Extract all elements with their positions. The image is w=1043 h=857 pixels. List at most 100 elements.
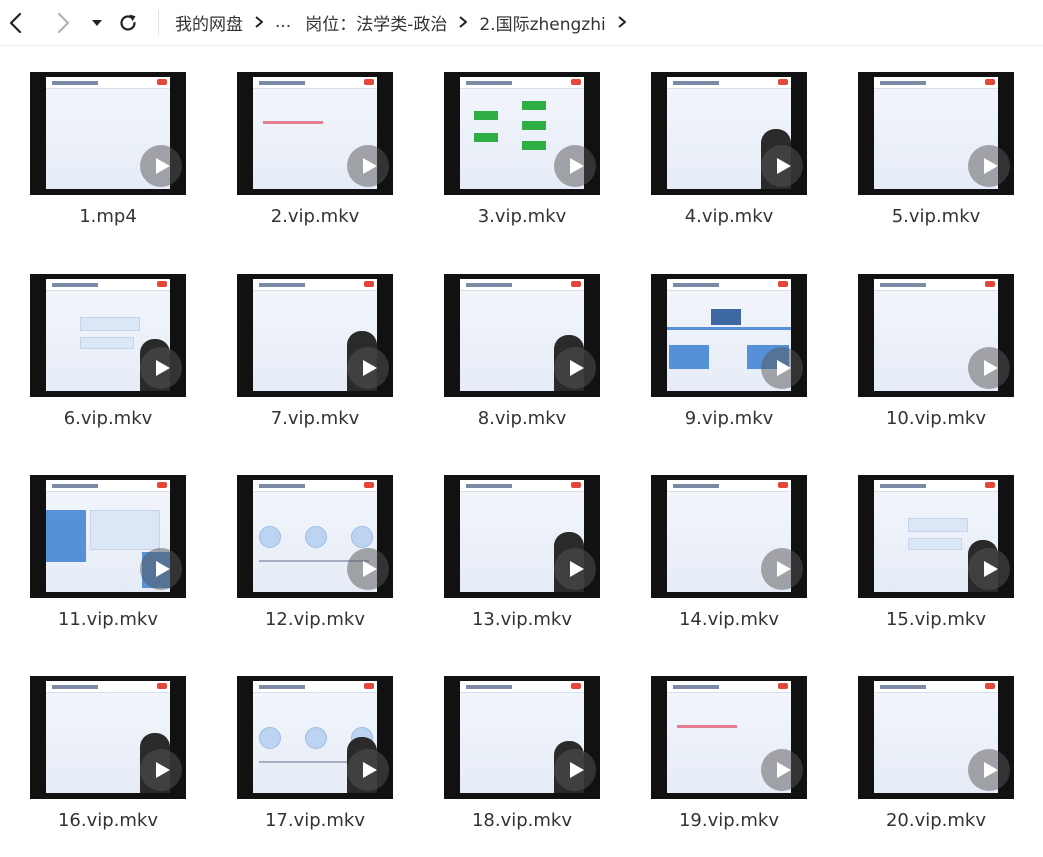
play-button[interactable] (554, 347, 596, 389)
breadcrumb-item-my-drive[interactable]: 我的网盘 (175, 10, 243, 35)
forward-button[interactable] (50, 8, 76, 38)
play-icon (570, 158, 584, 174)
play-button[interactable] (968, 145, 1010, 187)
file-name[interactable]: 20.vip.mkv (858, 810, 1014, 831)
breadcrumb-item-position[interactable]: 岗位：法学类-政治 (305, 10, 447, 35)
video-file-item[interactable]: 9.vip.mkv (651, 274, 827, 446)
play-icon (363, 762, 377, 778)
file-name[interactable]: 4.vip.mkv (651, 206, 807, 227)
file-name[interactable]: 19.vip.mkv (651, 810, 807, 831)
video-file-item[interactable]: 8.vip.mkv (444, 274, 620, 446)
file-name[interactable]: 11.vip.mkv (30, 609, 186, 630)
breadcrumb-item-ellipsis[interactable]: ... (275, 12, 291, 32)
file-name[interactable]: 6.vip.mkv (30, 408, 186, 429)
play-icon (777, 561, 791, 577)
video-thumbnail[interactable] (30, 676, 186, 799)
video-file-item[interactable]: 12.vip.mkv (237, 475, 413, 647)
video-file-item[interactable]: 16.vip.mkv (30, 676, 206, 848)
file-name[interactable]: 9.vip.mkv (651, 408, 807, 429)
video-file-item[interactable]: 4.vip.mkv (651, 72, 827, 244)
video-thumbnail[interactable] (444, 274, 600, 397)
chevron-right-icon[interactable] (610, 12, 634, 32)
video-thumbnail[interactable] (651, 72, 807, 195)
video-thumbnail[interactable] (651, 475, 807, 598)
video-thumbnail[interactable] (858, 274, 1014, 397)
video-thumbnail[interactable] (237, 475, 393, 598)
play-button[interactable] (761, 548, 803, 590)
play-icon (156, 360, 170, 376)
play-icon (363, 158, 377, 174)
video-file-item[interactable]: 20.vip.mkv (858, 676, 1034, 848)
play-button[interactable] (140, 347, 182, 389)
play-button[interactable] (347, 347, 389, 389)
video-file-item[interactable]: 3.vip.mkv (444, 72, 620, 244)
file-name[interactable]: 15.vip.mkv (858, 609, 1014, 630)
file-name[interactable]: 7.vip.mkv (237, 408, 393, 429)
video-thumbnail[interactable] (444, 72, 600, 195)
video-file-item[interactable]: 2.vip.mkv (237, 72, 413, 244)
video-file-item[interactable]: 1.mp4 (30, 72, 206, 244)
play-icon (777, 158, 791, 174)
video-thumbnail[interactable] (858, 72, 1014, 195)
video-thumbnail[interactable] (858, 676, 1014, 799)
play-button[interactable] (140, 749, 182, 791)
play-button[interactable] (140, 145, 182, 187)
play-icon (570, 561, 584, 577)
back-button[interactable] (3, 8, 29, 38)
play-button[interactable] (347, 548, 389, 590)
play-icon (777, 360, 791, 376)
video-file-item[interactable]: 7.vip.mkv (237, 274, 413, 446)
play-button[interactable] (554, 749, 596, 791)
video-file-item[interactable]: 5.vip.mkv (858, 72, 1034, 244)
video-file-item[interactable]: 15.vip.mkv (858, 475, 1034, 647)
file-name[interactable]: 10.vip.mkv (858, 408, 1014, 429)
video-thumbnail[interactable] (30, 274, 186, 397)
play-button[interactable] (347, 749, 389, 791)
caret-down-icon (92, 20, 102, 26)
video-thumbnail[interactable] (651, 274, 807, 397)
file-name[interactable]: 13.vip.mkv (444, 609, 600, 630)
file-name[interactable]: 16.vip.mkv (30, 810, 186, 831)
file-name[interactable]: 12.vip.mkv (237, 609, 393, 630)
file-name[interactable]: 8.vip.mkv (444, 408, 600, 429)
video-thumbnail[interactable] (651, 676, 807, 799)
play-button[interactable] (554, 145, 596, 187)
video-thumbnail[interactable] (858, 475, 1014, 598)
file-name[interactable]: 14.vip.mkv (651, 609, 807, 630)
video-thumbnail[interactable] (444, 676, 600, 799)
file-name[interactable]: 1.mp4 (30, 206, 186, 227)
chevron-right-icon (451, 12, 475, 32)
play-button[interactable] (554, 548, 596, 590)
play-button[interactable] (968, 548, 1010, 590)
play-button[interactable] (761, 749, 803, 791)
video-file-item[interactable]: 17.vip.mkv (237, 676, 413, 848)
play-button[interactable] (761, 145, 803, 187)
video-thumbnail[interactable] (237, 274, 393, 397)
play-button[interactable] (761, 347, 803, 389)
file-name[interactable]: 2.vip.mkv (237, 206, 393, 227)
play-button[interactable] (968, 347, 1010, 389)
video-file-item[interactable]: 19.vip.mkv (651, 676, 827, 848)
video-file-item[interactable]: 11.vip.mkv (30, 475, 206, 647)
file-name[interactable]: 5.vip.mkv (858, 206, 1014, 227)
video-thumbnail[interactable] (237, 72, 393, 195)
file-name[interactable]: 18.vip.mkv (444, 810, 600, 831)
history-dropdown-button[interactable] (88, 8, 106, 38)
video-thumbnail[interactable] (30, 475, 186, 598)
video-file-item[interactable]: 10.vip.mkv (858, 274, 1034, 446)
video-file-item[interactable]: 14.vip.mkv (651, 475, 827, 647)
play-button[interactable] (968, 749, 1010, 791)
file-name[interactable]: 17.vip.mkv (237, 810, 393, 831)
breadcrumb-item-current-folder[interactable]: 2.国际zhengzhi (479, 10, 605, 35)
video-thumbnail[interactable] (444, 475, 600, 598)
video-file-item[interactable]: 13.vip.mkv (444, 475, 620, 647)
file-name[interactable]: 3.vip.mkv (444, 206, 600, 227)
play-icon (777, 762, 791, 778)
video-thumbnail[interactable] (30, 72, 186, 195)
video-file-item[interactable]: 6.vip.mkv (30, 274, 206, 446)
play-button[interactable] (140, 548, 182, 590)
play-button[interactable] (347, 145, 389, 187)
video-file-item[interactable]: 18.vip.mkv (444, 676, 620, 848)
video-thumbnail[interactable] (237, 676, 393, 799)
refresh-button[interactable] (114, 8, 142, 38)
